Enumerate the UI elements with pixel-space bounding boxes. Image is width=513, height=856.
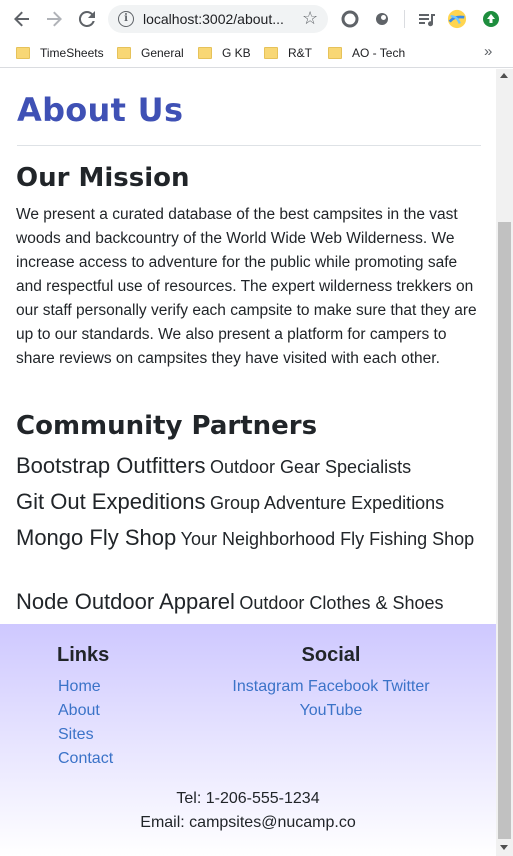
partner-description: Group Adventure Expeditions bbox=[210, 493, 445, 513]
footer-link-sites[interactable]: Sites bbox=[58, 726, 94, 744]
mission-text: We present a curated database of the bes… bbox=[16, 206, 477, 367]
partner-description: Outdoor Clothes & Shoes bbox=[239, 593, 444, 613]
reload-icon[interactable] bbox=[75, 7, 99, 31]
scroll-up-arrow-icon[interactable] bbox=[500, 73, 508, 78]
forward-arrow-icon[interactable] bbox=[42, 7, 66, 31]
bookmark-folder-rt[interactable]: R&T bbox=[264, 44, 312, 62]
social-link-facebook[interactable]: Facebook bbox=[308, 678, 378, 695]
page-scrollbar[interactable] bbox=[496, 69, 513, 856]
partner-name: Mongo Fly Shop bbox=[16, 525, 177, 550]
more-bookmarks-chevron-icon[interactable]: » bbox=[484, 43, 492, 60]
folder-icon bbox=[264, 47, 278, 59]
bookmark-folder-general[interactable]: General bbox=[117, 44, 184, 62]
footer-link-about[interactable]: About bbox=[58, 702, 100, 720]
folder-icon bbox=[328, 47, 342, 59]
address-bar[interactable]: i localhost:3002/about... ☆ bbox=[108, 5, 328, 33]
scroll-thumb[interactable] bbox=[498, 222, 511, 839]
back-arrow-icon[interactable] bbox=[10, 7, 34, 31]
social-link-youtube[interactable]: YouTube bbox=[300, 702, 363, 719]
partner-name: Bootstrap Outfitters bbox=[16, 453, 206, 478]
toolbar-divider bbox=[404, 10, 405, 28]
folder-icon bbox=[198, 47, 212, 59]
contact-email: Email: campsites@nucamp.co bbox=[140, 814, 356, 831]
footer-link-contact[interactable]: Contact bbox=[58, 750, 113, 768]
extension-refresh-icon[interactable] bbox=[340, 9, 360, 29]
footer-link-home[interactable]: Home bbox=[58, 678, 101, 696]
info-icon[interactable]: i bbox=[118, 11, 134, 27]
profile-avatar-icon[interactable] bbox=[447, 9, 467, 29]
page-title: About Us bbox=[17, 91, 184, 129]
social-heading: Social bbox=[301, 644, 361, 666]
scroll-down-arrow-icon[interactable] bbox=[500, 845, 508, 850]
partners-heading: Community Partners bbox=[16, 411, 318, 441]
folder-icon bbox=[117, 47, 131, 59]
bookmark-folder-timesheets[interactable]: TimeSheets bbox=[16, 44, 104, 62]
update-available-icon[interactable] bbox=[481, 9, 501, 29]
extension-circle-icon[interactable] bbox=[372, 9, 392, 29]
partner-item: Mongo Fly Shop Your Neighborhood Fly Fis… bbox=[16, 524, 486, 555]
partner-name: Node Outdoor Apparel bbox=[16, 589, 235, 614]
mission-heading: Our Mission bbox=[16, 163, 190, 193]
social-links-row: Instagram Facebook Twitter bbox=[231, 678, 431, 696]
social-links-row: YouTube bbox=[231, 702, 431, 720]
browser-toolbar: i localhost:3002/about... ☆ bbox=[0, 0, 513, 38]
partner-description: Your Neighborhood Fly Fishing Shop bbox=[180, 529, 475, 549]
partner-item: Git Out Expeditions Group Adventure Expe… bbox=[16, 488, 486, 519]
social-link-instagram[interactable]: Instagram bbox=[232, 678, 303, 695]
partner-name: Git Out Expeditions bbox=[16, 489, 206, 514]
contact-phone: Tel: 1-206-555-1234 bbox=[176, 790, 320, 807]
site-footer: Links Home About Sites Contact Social In… bbox=[0, 624, 496, 856]
social-link-twitter[interactable]: Twitter bbox=[382, 678, 429, 695]
bookmarks-bar: TimeSheets General G KB R&T AO - Tech » bbox=[0, 38, 513, 68]
partner-item: Bootstrap Outfitters Outdoor Gear Specia… bbox=[16, 452, 486, 483]
url-text[interactable]: localhost:3002/about... bbox=[143, 11, 284, 27]
title-divider bbox=[17, 145, 481, 146]
bookmark-star-icon[interactable]: ☆ bbox=[302, 8, 318, 28]
bookmark-folder-ao-tech[interactable]: AO - Tech bbox=[328, 44, 405, 62]
folder-icon bbox=[16, 47, 30, 59]
partner-item: Node Outdoor Apparel Outdoor Clothes & S… bbox=[16, 588, 486, 619]
bookmark-folder-gkb[interactable]: G KB bbox=[198, 44, 251, 62]
partner-description: Outdoor Gear Specialists bbox=[209, 457, 412, 477]
page-content: About Us Our Mission We present a curate… bbox=[0, 69, 496, 856]
media-queue-icon[interactable] bbox=[416, 9, 436, 29]
